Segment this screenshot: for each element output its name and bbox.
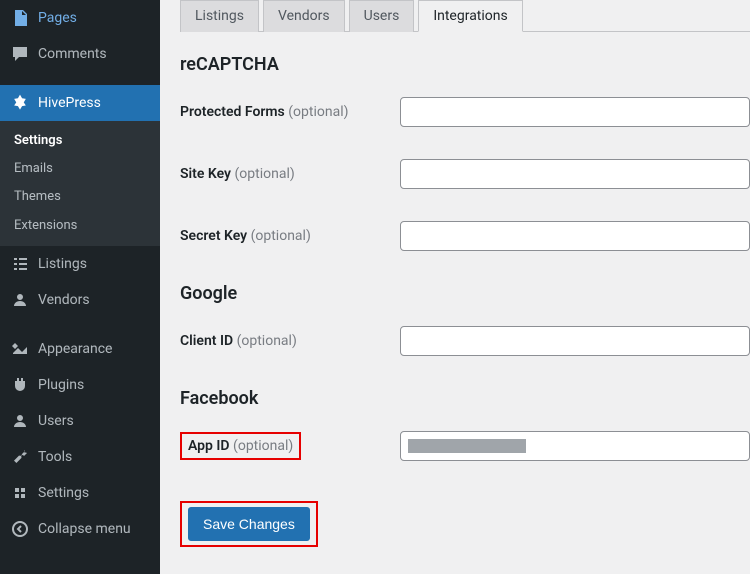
sidebar-label-comments: Comments (38, 45, 107, 63)
sidebar-item-tools[interactable]: Tools (0, 439, 160, 475)
input-site-key[interactable] (400, 159, 750, 189)
input-protected-forms[interactable] (400, 97, 750, 127)
field-client-id: Client ID (optional) (180, 326, 750, 356)
sidebar-item-settings[interactable]: Settings (0, 475, 160, 511)
listings-icon (10, 254, 30, 274)
label-protected-forms: Protected Forms (optional) (180, 104, 400, 120)
hivepress-icon (10, 93, 30, 113)
admin-sidebar: Pages Comments HivePress Settings Emails… (0, 0, 160, 574)
submenu-item-extensions[interactable]: Extensions (0, 212, 160, 240)
section-title-google: Google (180, 283, 750, 304)
menu-separator (0, 318, 160, 331)
vendors-icon (10, 290, 30, 310)
save-row: Save Changes (180, 501, 750, 547)
users-icon (10, 411, 30, 431)
highlight-app-id-label: App ID (optional) (180, 432, 301, 460)
tab-integrations[interactable]: Integrations (418, 0, 522, 32)
tab-vendors[interactable]: Vendors (263, 0, 345, 32)
sidebar-label-listings: Listings (38, 255, 87, 273)
submenu-item-emails[interactable]: Emails (0, 155, 160, 183)
settings-tabs: Listings Vendors Users Integrations (180, 0, 750, 32)
tab-users[interactable]: Users (349, 0, 415, 32)
input-client-id[interactable] (400, 326, 750, 356)
section-title-recaptcha: reCAPTCHA (180, 54, 750, 75)
tools-icon (10, 447, 30, 467)
sidebar-label-settings: Settings (38, 484, 89, 502)
sidebar-item-collapse[interactable]: Collapse menu (0, 511, 160, 547)
appearance-icon (10, 339, 30, 359)
main-content: Listings Vendors Users Integrations reCA… (160, 0, 750, 574)
sidebar-item-plugins[interactable]: Plugins (0, 367, 160, 403)
sidebar-label-vendors: Vendors (38, 291, 90, 309)
sidebar-item-hivepress[interactable]: HivePress (0, 85, 160, 121)
collapse-icon (10, 519, 30, 539)
input-secret-key[interactable] (400, 221, 750, 251)
sidebar-label-pages: Pages (38, 9, 77, 27)
sidebar-label-tools: Tools (38, 448, 72, 466)
sidebar-item-pages[interactable]: Pages (0, 0, 160, 36)
submenu-item-settings[interactable]: Settings (0, 127, 160, 155)
input-app-id[interactable] (400, 431, 750, 461)
menu-separator (0, 72, 160, 85)
input-wrap-app-id (400, 431, 750, 461)
save-button[interactable]: Save Changes (188, 507, 310, 541)
sidebar-item-appearance[interactable]: Appearance (0, 331, 160, 367)
field-secret-key: Secret Key (optional) (180, 221, 750, 251)
label-app-id: App ID (optional) (180, 432, 400, 460)
sidebar-label-appearance: Appearance (38, 340, 112, 358)
field-site-key: Site Key (optional) (180, 159, 750, 189)
label-site-key: Site Key (optional) (180, 166, 400, 182)
section-title-facebook: Facebook (180, 388, 750, 409)
settings-icon (10, 483, 30, 503)
label-secret-key: Secret Key (optional) (180, 228, 400, 244)
highlight-save-button: Save Changes (180, 501, 318, 547)
sidebar-item-listings[interactable]: Listings (0, 246, 160, 282)
pages-icon (10, 8, 30, 28)
label-client-id: Client ID (optional) (180, 333, 400, 349)
hivepress-submenu: Settings Emails Themes Extensions (0, 121, 160, 246)
field-protected-forms: Protected Forms (optional) (180, 97, 750, 127)
sidebar-label-plugins: Plugins (38, 376, 84, 394)
sidebar-label-hivepress: HivePress (38, 94, 101, 112)
sidebar-item-users[interactable]: Users (0, 403, 160, 439)
submenu-item-themes[interactable]: Themes (0, 183, 160, 211)
sidebar-item-vendors[interactable]: Vendors (0, 282, 160, 318)
comments-icon (10, 44, 30, 64)
sidebar-label-users: Users (38, 412, 74, 430)
plugins-icon (10, 375, 30, 395)
tab-listings[interactable]: Listings (180, 0, 259, 32)
sidebar-label-collapse: Collapse menu (38, 520, 131, 538)
sidebar-item-comments[interactable]: Comments (0, 36, 160, 72)
field-app-id: App ID (optional) (180, 431, 750, 461)
